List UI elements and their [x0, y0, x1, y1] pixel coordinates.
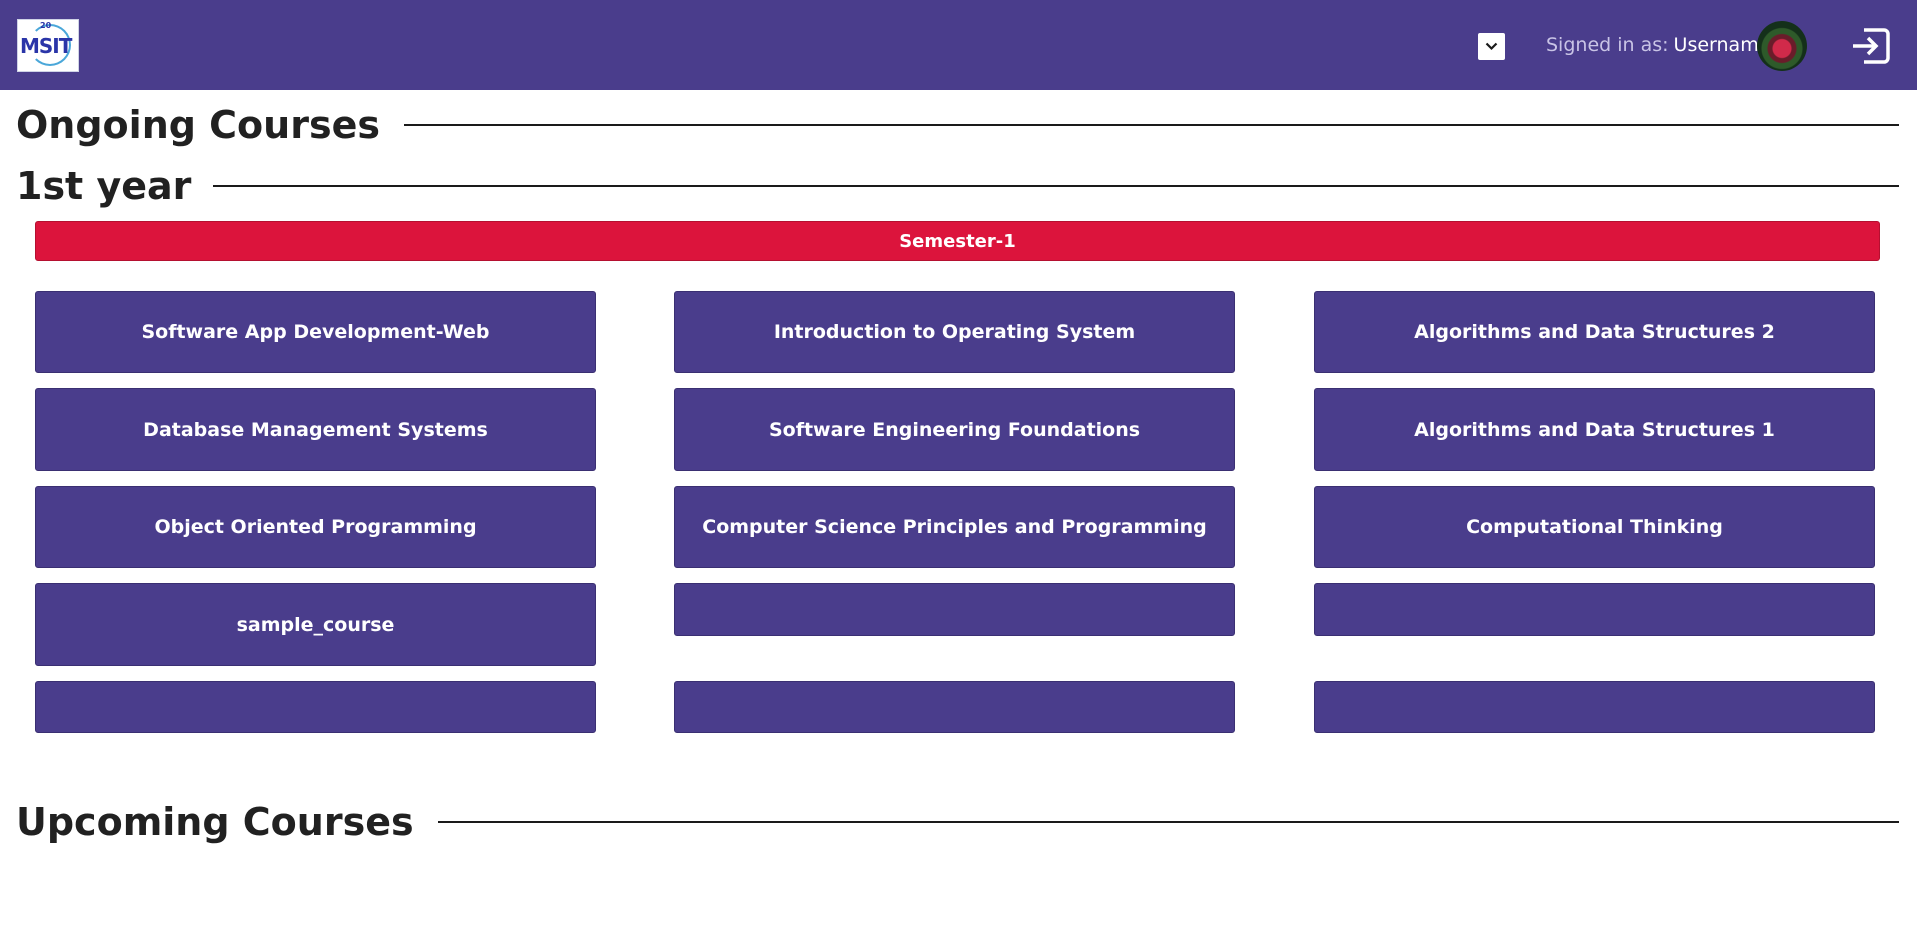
- ongoing-courses-title: Ongoing Courses: [16, 103, 380, 147]
- heading-divider: [403, 124, 1899, 126]
- logo-text: MSIT: [20, 34, 72, 58]
- msit-logo[interactable]: 20 MSIT: [17, 19, 79, 72]
- course-card[interactable]: Introduction to Operating System: [674, 291, 1235, 373]
- course-title: Software Engineering Foundations: [768, 418, 1141, 441]
- menu-dropdown[interactable]: [1478, 33, 1505, 60]
- ongoing-courses-heading: Ongoing Courses: [16, 103, 1899, 147]
- course-card[interactable]: [674, 583, 1235, 636]
- signed-in-label: Signed in as:: [1546, 34, 1669, 56]
- course-title: sample_course: [236, 613, 395, 636]
- course-card[interactable]: Database Management Systems: [35, 388, 596, 471]
- course-title: Algorithms and Data Structures 2: [1414, 321, 1775, 343]
- course-title: Object Oriented Programming: [154, 516, 477, 538]
- course-card[interactable]: Computational Thinking: [1314, 486, 1875, 568]
- course-card[interactable]: [674, 681, 1235, 733]
- semester-banner[interactable]: Semester-1: [35, 221, 1880, 261]
- course-card[interactable]: Software Engineering Foundations: [674, 388, 1235, 471]
- course-card[interactable]: Computer Science Principles and Programm…: [674, 486, 1235, 568]
- course-card[interactable]: [1314, 681, 1875, 733]
- upcoming-courses-title: Upcoming Courses: [16, 800, 414, 844]
- course-card[interactable]: Software App Development-Web: [35, 291, 596, 373]
- course-card[interactable]: Algorithms and Data Structures 2: [1314, 291, 1875, 373]
- username: Username: [1673, 34, 1771, 56]
- course-title: Algorithms and Data Structures 1: [1414, 418, 1775, 441]
- year-title: 1st year: [16, 164, 192, 208]
- logo-number: 20: [40, 21, 52, 30]
- course-title: Computational Thinking: [1466, 516, 1723, 538]
- logout-button[interactable]: [1850, 26, 1892, 66]
- course-title: Software App Development-Web: [141, 321, 490, 343]
- avatar[interactable]: [1757, 21, 1807, 71]
- course-card[interactable]: [1314, 583, 1875, 636]
- heading-divider: [437, 821, 1899, 823]
- course-title: Introduction to Operating System: [773, 321, 1136, 343]
- course-card[interactable]: Object Oriented Programming: [35, 486, 596, 568]
- top-navbar: 20 MSIT Signed in as: Username: [0, 0, 1917, 90]
- course-card[interactable]: [35, 681, 596, 733]
- chevron-down-icon: [1485, 42, 1498, 51]
- year-heading: 1st year: [16, 164, 1899, 208]
- course-title: Database Management Systems: [143, 418, 488, 441]
- course-card[interactable]: Algorithms and Data Structures 1: [1314, 388, 1875, 471]
- logout-icon: [1853, 28, 1890, 64]
- course-title: Computer Science Principles and Programm…: [702, 516, 1207, 538]
- course-card[interactable]: sample_course: [35, 583, 596, 666]
- semester-label: Semester-1: [899, 230, 1016, 252]
- signed-in-info: Signed in as: Username: [1546, 34, 1770, 56]
- upcoming-courses-heading: Upcoming Courses: [16, 800, 1899, 844]
- heading-divider: [213, 185, 1899, 187]
